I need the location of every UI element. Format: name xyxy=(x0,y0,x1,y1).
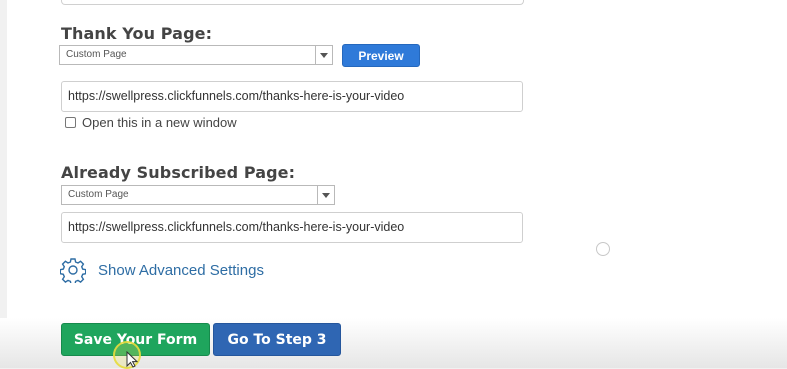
open-new-window-option[interactable]: Open this in a new window xyxy=(65,115,237,130)
gear-icon[interactable] xyxy=(60,257,86,283)
already-subscribed-page-label: Already Subscribed Page: xyxy=(61,163,296,182)
mouse-pointer-icon xyxy=(126,351,138,368)
chevron-down-icon[interactable] xyxy=(315,46,332,64)
loading-spinner-icon xyxy=(596,242,610,256)
already-subscribed-page-select[interactable]: Custom Page xyxy=(61,185,335,205)
chevron-down-icon[interactable] xyxy=(317,186,334,204)
thank-you-page-label: Thank You Page: xyxy=(61,24,213,43)
thank-you-page-select-value: Custom Page xyxy=(66,49,127,60)
previous-input-field[interactable] xyxy=(61,0,524,5)
show-advanced-settings-link[interactable]: Show Advanced Settings xyxy=(98,262,264,279)
already-subscribed-url-input[interactable]: https://swellpress.clickfunnels.com/than… xyxy=(61,212,523,243)
already-subscribed-select-value: Custom Page xyxy=(68,189,129,200)
open-new-window-label[interactable]: Open this in a new window xyxy=(82,115,237,130)
open-new-window-checkbox[interactable] xyxy=(65,117,76,128)
show-advanced-settings-row[interactable]: Show Advanced Settings xyxy=(60,257,264,283)
thank-you-url-input[interactable]: https://swellpress.clickfunnels.com/than… xyxy=(61,81,523,112)
preview-button[interactable]: Preview xyxy=(342,44,420,67)
go-to-step-button[interactable]: Go To Step 3 xyxy=(213,323,341,356)
thank-you-page-select[interactable]: Custom Page xyxy=(59,45,333,65)
